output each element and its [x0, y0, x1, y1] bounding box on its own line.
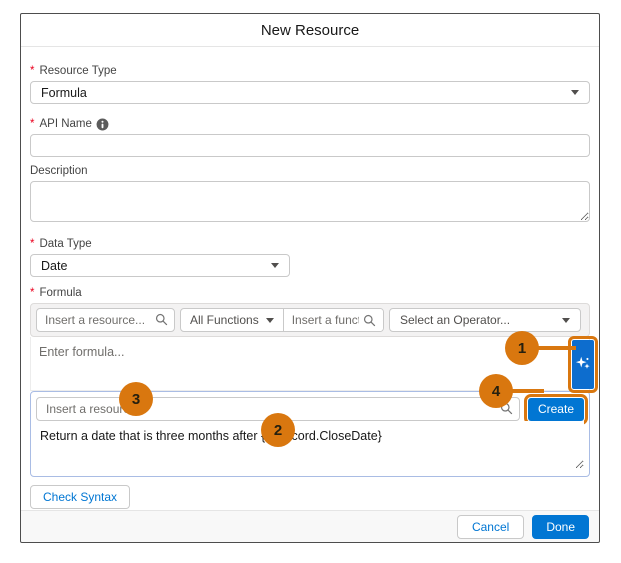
required-asterisk: * [30, 238, 34, 251]
function-category-value: All Functions [190, 313, 259, 327]
chevron-down-icon [266, 318, 274, 323]
resource-type-select[interactable]: Formula [30, 81, 590, 104]
description-textarea[interactable] [30, 181, 590, 222]
cancel-button[interactable]: Cancel [457, 515, 524, 539]
new-resource-modal: New Resource * Resource Type Formula * A… [20, 13, 600, 543]
done-button[interactable]: Done [532, 515, 589, 539]
create-button[interactable]: Create [528, 398, 584, 421]
api-name-label: * API Name [30, 118, 590, 131]
prompt-insert-resource-input[interactable] [36, 397, 520, 421]
insert-function-input[interactable] [284, 309, 383, 331]
operator-select[interactable]: Select an Operator... [389, 308, 581, 332]
api-name-input[interactable] [30, 134, 590, 157]
insert-function-combobox[interactable] [284, 309, 383, 331]
modal-footer: Cancel Done [21, 510, 599, 542]
function-picker-group: All Functions [180, 308, 384, 332]
resource-type-label: * Resource Type [30, 65, 590, 78]
required-asterisk: * [30, 65, 34, 78]
einstein-generate-button[interactable] [572, 340, 594, 389]
required-asterisk: * [30, 287, 34, 300]
data-type-label: * Data Type [30, 238, 590, 251]
chevron-down-icon [571, 90, 579, 95]
screenshot-root: New Resource * Resource Type Formula * A… [0, 0, 621, 563]
required-asterisk: * [30, 118, 34, 131]
formula-editor [30, 337, 590, 391]
description-label: Description [30, 165, 590, 178]
data-type-value: Date [41, 259, 67, 273]
data-type-select[interactable]: Date [30, 254, 290, 277]
modal-header: New Resource [21, 14, 599, 47]
einstein-sparkle-icon [575, 355, 591, 374]
page-title: New Resource [261, 22, 359, 39]
insert-resource-input[interactable] [36, 308, 175, 332]
einstein-prompt-panel: Create Return a date that is three month… [30, 391, 590, 477]
function-category-select[interactable]: All Functions [181, 309, 284, 331]
operator-value: Select an Operator... [400, 313, 510, 327]
prompt-panel-toolbar: Create [36, 397, 584, 421]
prompt-insert-resource-combobox[interactable] [36, 397, 520, 421]
prompt-textarea[interactable]: Return a date that is three months after… [36, 421, 584, 469]
chevron-down-icon [562, 318, 570, 323]
formula-textarea[interactable] [30, 337, 590, 391]
formula-label: * Formula [30, 287, 590, 300]
modal-body: * Resource Type Formula * API Name Descr… [21, 65, 599, 509]
insert-resource-combobox[interactable] [36, 308, 175, 332]
info-icon[interactable] [96, 118, 109, 131]
formula-toolbar: All Functions Select an Operator... [30, 303, 590, 337]
chevron-down-icon [271, 263, 279, 268]
check-syntax-button[interactable]: Check Syntax [30, 485, 130, 509]
resource-type-value: Formula [41, 86, 87, 100]
